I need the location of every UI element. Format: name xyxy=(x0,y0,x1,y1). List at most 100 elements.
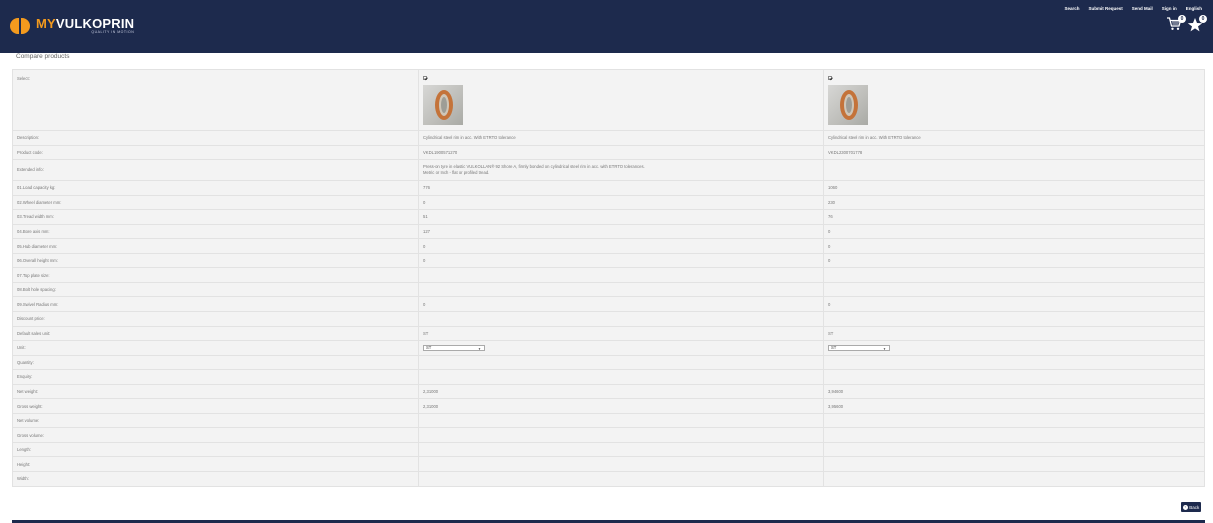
product-2-code: VKDL2300701778 xyxy=(823,144,1205,161)
brand-logo[interactable]: MYVULKOPRIN QUALITY IN MOTION xyxy=(10,16,134,36)
product-2-unit-cell: ST ▼ xyxy=(823,340,1205,356)
row-label: 09.Swivel Radius mm: xyxy=(12,296,419,313)
row-label: 05.Hub diameter mm: xyxy=(12,238,419,254)
chevron-down-icon: ▼ xyxy=(883,346,886,351)
row-label: 06.Overall height mm: xyxy=(12,252,419,269)
nav-submit-request[interactable]: Submit Request xyxy=(1088,6,1122,11)
row-label: 08.Bolt hole spacing: xyxy=(12,281,419,298)
product-1-image[interactable] xyxy=(423,85,463,125)
nav-send-mail[interactable]: Send Mail xyxy=(1132,6,1153,11)
favorites-button[interactable]: 0 xyxy=(1187,15,1207,33)
product-2-extended-info xyxy=(823,159,1205,182)
product-2-value: 230 xyxy=(823,194,1205,211)
product-1-value xyxy=(418,311,824,327)
product-1-value xyxy=(418,281,824,298)
product-2-value xyxy=(823,267,1205,283)
product-2-value xyxy=(823,471,1205,487)
product-1-value: ST xyxy=(418,325,824,342)
product-1-unit-select[interactable]: ST ▼ xyxy=(423,344,485,351)
table-row: Length: xyxy=(12,441,1205,458)
table-row: Discount price: xyxy=(12,311,1205,327)
row-label: Gross weight: xyxy=(12,398,419,414)
product-1-value: Cylindrical steel rim in acc. With ETRTO… xyxy=(418,130,824,146)
product-1-value xyxy=(418,412,824,429)
row-label: Extended info: xyxy=(12,159,419,182)
product-1-value xyxy=(418,441,824,458)
table-row: 08.Bolt hole spacing: xyxy=(12,281,1205,298)
product-2-value: 1060 xyxy=(823,180,1205,196)
site-header: MYVULKOPRIN QUALITY IN MOTION Search Sub… xyxy=(0,0,1213,53)
product-1-value: 2,31000 xyxy=(418,398,824,414)
back-button[interactable]: ‹ Back xyxy=(1181,502,1201,512)
table-row: 06.Overall height mm: 0 0 xyxy=(12,252,1205,269)
product-1-value: 0 xyxy=(418,194,824,211)
table-row: Description: Cylindrical steel rim in ac… xyxy=(12,130,1205,146)
product-2-select-cell xyxy=(823,69,1205,131)
table-row: Default sales unit: ST ST xyxy=(12,325,1205,342)
table-row: Net volume: xyxy=(12,412,1205,429)
product-1-select-cell xyxy=(418,69,824,131)
product-1-value: 0 xyxy=(418,252,824,269)
product-2-value: Cylindrical steel rim in acc. With ETRTO… xyxy=(823,130,1205,146)
nav-sign-in[interactable]: Sign in xyxy=(1162,6,1177,11)
top-navigation: Search Submit Request Send Mail Sign in … xyxy=(1064,6,1202,11)
row-label: Length: xyxy=(12,441,419,458)
back-arrow-icon: ‹ xyxy=(1182,504,1188,510)
product-2-value: 3,94600 xyxy=(823,383,1205,400)
product-1-checkbox[interactable] xyxy=(423,76,427,80)
brand-name: MYVULKOPRIN xyxy=(36,16,135,32)
table-row: Net weight: 2,31000 3,94600 xyxy=(12,383,1205,400)
product-1-value: 776 xyxy=(418,180,824,196)
row-label: 03.Tread width mm: xyxy=(12,209,419,225)
table-row: 09.Swivel Radius mm: 0 0 xyxy=(12,296,1205,313)
row-label: Height: xyxy=(12,456,419,473)
product-2-value xyxy=(823,456,1205,473)
product-1-quantity xyxy=(418,354,824,371)
row-label: Gross volume: xyxy=(12,427,419,443)
table-row: Extended info: Press-on tyre in elastic … xyxy=(12,159,1205,182)
table-row: Quantity: xyxy=(12,354,1205,371)
nav-language[interactable]: English xyxy=(1186,6,1202,11)
product-2-image[interactable] xyxy=(828,85,868,125)
row-label: Discount price: xyxy=(12,311,419,327)
row-label: 02.Wheel diameter mm: xyxy=(12,194,419,211)
product-1-value: 0 xyxy=(418,238,824,254)
product-1-value xyxy=(418,456,824,473)
chevron-down-icon: ▼ xyxy=(478,346,481,351)
table-row: 01.Load capacity kg: 776 1060 xyxy=(12,180,1205,196)
row-label: Description: xyxy=(12,130,419,146)
row-label: Width: xyxy=(12,471,419,487)
product-2-value: 0 xyxy=(823,296,1205,313)
product-2-value: 0 xyxy=(823,223,1205,240)
product-1-value: 51 xyxy=(418,209,824,225)
table-row: Gross volume: xyxy=(12,427,1205,443)
product-2-value xyxy=(823,412,1205,429)
product-1-value xyxy=(418,471,824,487)
row-label: 04.Bore axis mm: xyxy=(12,223,419,240)
product-1-code: VKDL1900571270 xyxy=(418,144,824,161)
table-row: 05.Hub diameter mm: 0 0 xyxy=(12,238,1205,254)
product-2-value xyxy=(823,427,1205,443)
favorites-count-badge: 0 xyxy=(1199,15,1207,23)
product-1-unit-cell: ST ▼ xyxy=(418,340,824,356)
table-row: 07.Top plate size: xyxy=(12,267,1205,283)
product-2-quantity xyxy=(823,354,1205,371)
row-label: Quantity: xyxy=(12,354,419,371)
row-label: Select: xyxy=(12,69,419,131)
product-1-value xyxy=(418,427,824,443)
cart-count-badge: 0 xyxy=(1178,15,1186,23)
page-title: Compare products xyxy=(16,53,70,60)
product-1-value xyxy=(418,267,824,283)
product-2-enquiry xyxy=(823,369,1205,385)
product-1-value: 2,31000 xyxy=(418,383,824,400)
table-row: Enquiry: xyxy=(12,369,1205,385)
logo-mark-icon xyxy=(10,16,32,36)
product-2-unit-select[interactable]: ST ▼ xyxy=(828,344,890,351)
nav-search[interactable]: Search xyxy=(1064,6,1079,11)
product-2-checkbox[interactable] xyxy=(828,76,832,80)
table-row: Gross weight: 2,31000 3,95600 xyxy=(12,398,1205,414)
row-label: Enquiry: xyxy=(12,369,419,385)
row-label: 07.Top plate size: xyxy=(12,267,419,283)
cart-button[interactable]: 0 xyxy=(1166,15,1186,33)
table-row: Height: xyxy=(12,456,1205,473)
